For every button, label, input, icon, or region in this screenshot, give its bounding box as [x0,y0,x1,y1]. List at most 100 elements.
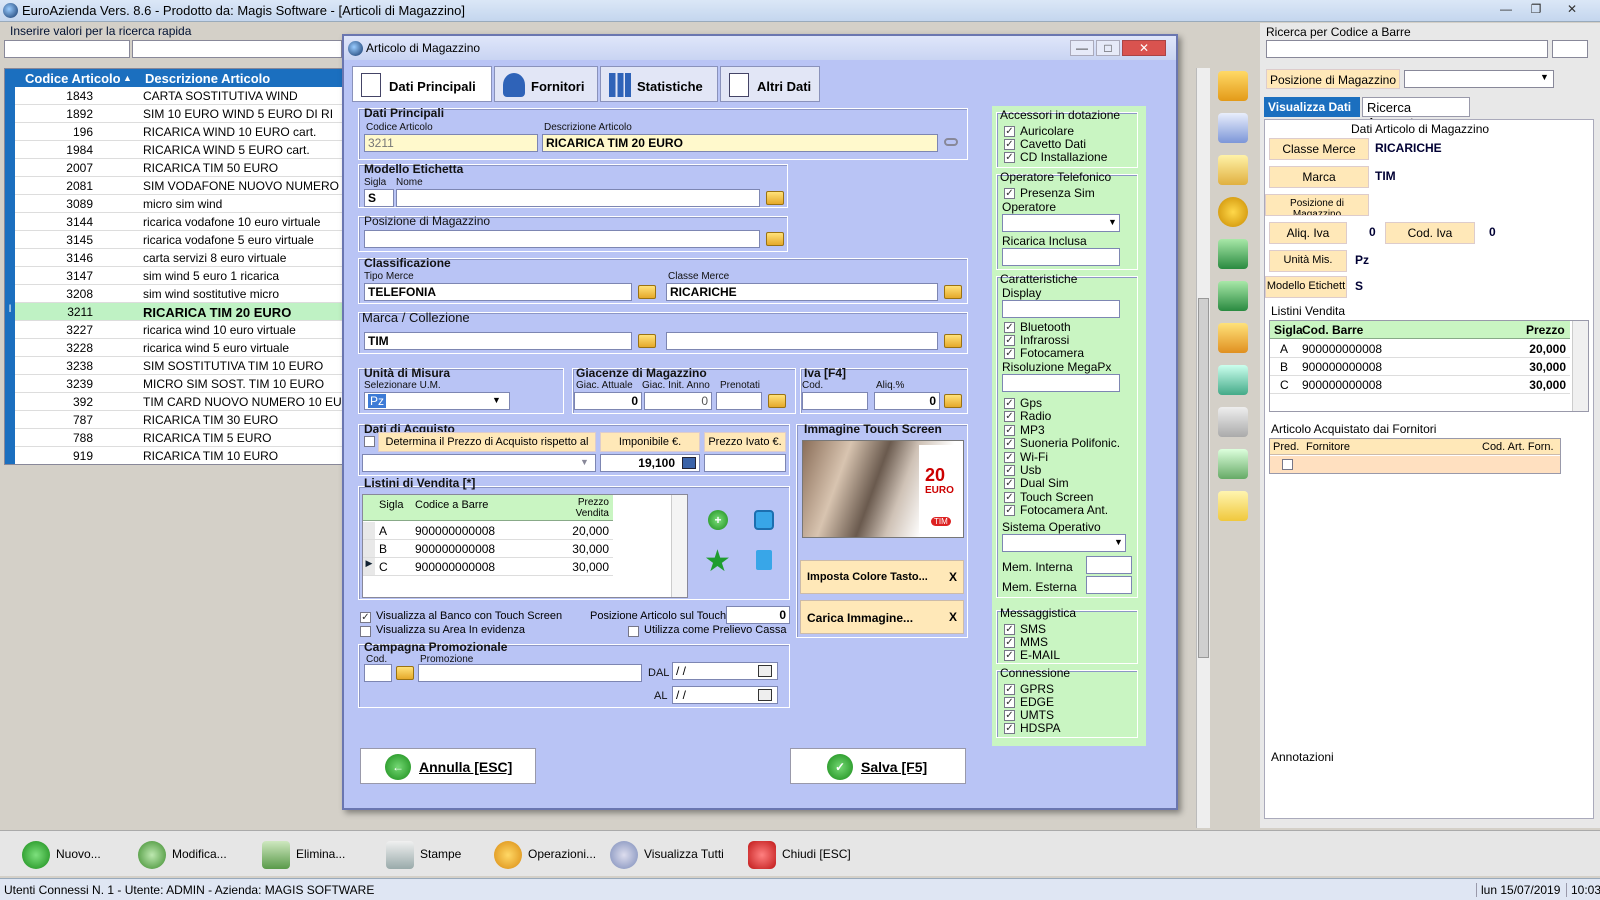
um-select[interactable]: Pz [364,392,510,410]
carica-immagine-button[interactable]: Carica Immagine... X [800,600,964,634]
table-row[interactable]: I 3211 RICARICA TIM 20 EURO [5,303,343,321]
chevron-down-icon[interactable]: ▼ [1114,537,1123,547]
risoluzione-field[interactable] [1002,374,1120,392]
calculator-icon[interactable] [682,457,696,469]
table-row[interactable]: 1984 RICARICA WIND 5 EURO cart. [5,141,343,159]
feature-checkbox[interactable]: ✓ [1004,465,1015,476]
folder-icon[interactable] [768,394,786,408]
table-row[interactable]: 787 RICARICA TIM 30 EURO [5,411,343,429]
mem-esterna-field[interactable] [1086,576,1132,594]
table-row[interactable]: 1892 SIM 10 EURO WIND 5 EURO DI RI [5,105,343,123]
imposta-colore-button[interactable]: Imposta Colore Tasto... X [800,560,964,594]
descrizione-field[interactable]: RICARICA TIM 20 EURO [542,134,938,152]
giac-init-field[interactable]: 0 [644,392,712,410]
table-row[interactable]: 3145 ricarica vodafone 5 euro virtuale [5,231,343,249]
back-arrow-icon[interactable] [1218,239,1248,269]
banco-checkbox[interactable]: ✓ [360,612,371,623]
open-folder-icon[interactable] [1218,71,1248,101]
star-icon[interactable]: ★ [704,544,731,579]
modifica-button[interactable]: Modifica... [136,841,227,869]
tab-altri-dati[interactable]: Altri Dati [720,66,820,102]
feature-checkbox[interactable]: ✓ [1004,723,1015,734]
marca-field[interactable]: TIM [364,332,632,350]
close-icon[interactable]: ✕ [1560,2,1584,18]
scrollbar-thumb[interactable] [1198,298,1209,658]
grid-scrollbar[interactable] [1196,68,1210,828]
listini-row[interactable]: B 900000000008 30,000 [363,540,613,558]
listini-row[interactable]: ▶ C 900000000008 30,000 [363,558,613,576]
pos-touch-field[interactable]: 0 [726,606,790,624]
pred-checkbox[interactable] [1282,459,1293,470]
chevron-down-icon[interactable]: ▼ [1108,217,1117,227]
presenza-sim-checkbox[interactable]: ✓ [1004,188,1015,199]
feature-checkbox[interactable]: ✓ [1004,505,1015,517]
col-codice-header[interactable]: Codice Articolo [25,71,121,86]
folder-icon[interactable] [944,285,962,299]
folder-icon[interactable] [944,334,962,348]
feature-checkbox[interactable]: ✓ [1004,424,1015,436]
feature-checkbox[interactable]: ✓ [1004,438,1015,450]
feature-checkbox[interactable]: ✓ [1004,491,1015,503]
campagna-cod-field[interactable] [364,664,392,682]
table-row[interactable]: 2007 RICARICA TIM 50 EURO [5,159,343,177]
feature-checkbox[interactable]: ✓ [1004,624,1015,635]
articles-grid[interactable]: Codice Articolo ▲ Descrizione Articolo 1… [4,68,344,465]
listini-scrollbar[interactable] [671,495,687,597]
right-listini-row[interactable]: C 900000000008 30,000 [1270,376,1570,394]
mem-interna-field[interactable] [1086,556,1132,574]
determina-checkbox[interactable] [364,436,375,447]
display-field[interactable] [1002,300,1120,318]
tab-fornitori[interactable]: Fornitori [494,66,598,102]
codice-field[interactable]: 3211 [364,134,538,152]
folder-icon[interactable] [766,232,784,246]
clear-x-icon[interactable]: X [949,570,957,584]
dialog-close-icon[interactable]: ✕ [1122,40,1166,56]
folder-icon[interactable] [944,394,962,408]
fornitori-row[interactable] [1270,456,1560,473]
table-row[interactable]: 3228 ricarica wind 5 euro virtuale [5,339,343,357]
edit-row-icon[interactable] [754,510,774,530]
dialog-maximize-icon[interactable]: □ [1096,40,1120,56]
ivato-field[interactable] [704,454,786,472]
tab-statistiche[interactable]: Statistiche [600,66,718,102]
feature-checkbox[interactable]: ✓ [1004,398,1015,409]
calendar-icon[interactable] [758,665,772,677]
feature-checkbox[interactable]: ✓ [1004,348,1015,359]
feature-checkbox[interactable]: ✓ [1004,451,1015,463]
salva-button[interactable]: ✓ Salva [F5] [790,748,966,784]
col-descrizione-header[interactable]: Descrizione Articolo [145,71,270,86]
table-row[interactable]: 3147 sim wind 5 euro 1 ricarica [5,267,343,285]
link-icon[interactable] [944,138,958,146]
trash-icon[interactable] [756,550,772,570]
chiudi-button[interactable]: Chiudi [ESC] [746,841,851,869]
table-row[interactable]: 1843 CARTA SOSTITUTIVA WIND [5,87,343,105]
position-select[interactable] [1404,70,1554,88]
table-row[interactable]: 919 RICARICA TIM 10 EURO [5,447,343,464]
table-row[interactable]: 3144 ricarica vodafone 10 euro virtuale [5,213,343,231]
right-listini-scrollbar[interactable] [1572,321,1588,411]
visualizza-tutti-button[interactable]: Visualizza Tutti [608,841,724,869]
table-row[interactable]: 392 TIM CARD NUOVO NUMERO 10 EU [5,393,343,411]
table-row[interactable]: 3227 ricarica wind 10 euro virtuale [5,321,343,339]
minimize-icon[interactable]: — [1494,2,1518,18]
feature-checkbox[interactable]: ✓ [1004,126,1015,137]
table-row[interactable]: 2081 SIM VODAFONE NUOVO NUMERO [5,177,343,195]
elimina-button[interactable]: Elimina... [260,841,345,869]
barcode-extra-input[interactable] [1552,40,1588,58]
table-row[interactable]: 788 RICARICA TIM 5 EURO [5,429,343,447]
table-icon[interactable] [1218,113,1248,143]
feature-checkbox[interactable]: ✓ [1004,697,1015,708]
listini-row[interactable]: A 900000000008 20,000 [363,522,613,540]
table-row[interactable]: 196 RICARICA WIND 10 EURO cart. [5,123,343,141]
money-icon[interactable] [1218,449,1248,479]
operazioni-button[interactable]: Operazioni... [492,841,596,869]
note-icon[interactable] [1218,491,1248,521]
calendar-icon[interactable] [758,689,772,701]
table-row[interactable]: 3239 MICRO SIM SOST. TIM 10 EURO [5,375,343,393]
fornitori-table[interactable]: Pred. Fornitore Cod. Art. Forn. [1269,438,1561,474]
feature-checkbox[interactable]: ✓ [1004,684,1015,695]
annulla-button[interactable]: ← Annulla [ESC] [360,748,536,784]
chart-icon[interactable] [1218,365,1248,395]
feature-checkbox[interactable]: ✓ [1004,710,1015,721]
listini-table[interactable]: Sigla Codice a Barre Prezzo Vendita A 900… [362,494,688,598]
